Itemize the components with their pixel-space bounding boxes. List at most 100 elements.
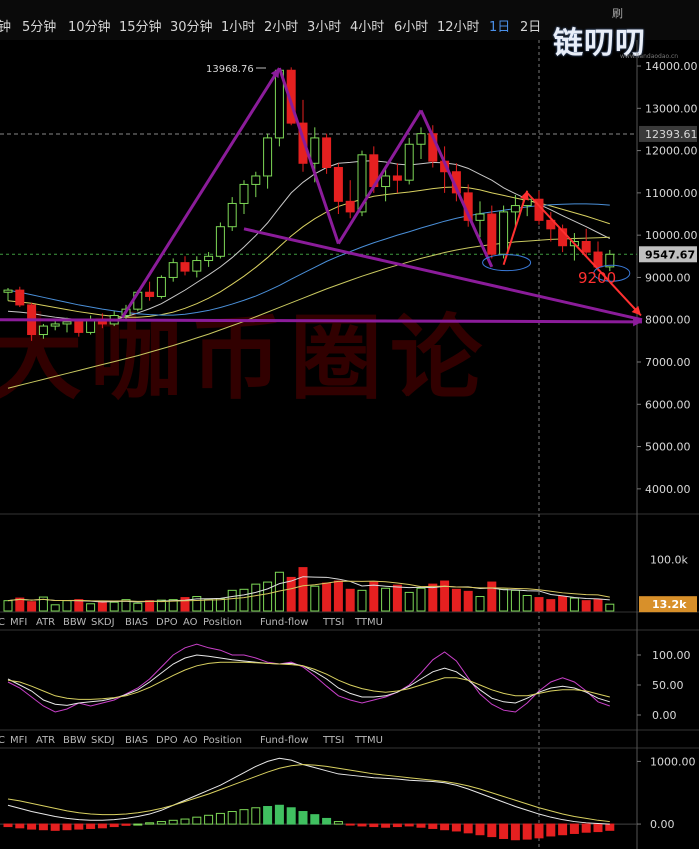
volume-bar-down (534, 597, 544, 612)
timeframe-tab[interactable]: 5分钟 (22, 16, 56, 35)
timeframe-tab[interactable]: 1小时 (221, 16, 255, 35)
timeframe-tab[interactable]: 2小时 (264, 16, 298, 35)
volume-bar-down (298, 567, 308, 612)
histogram-bar-negative (510, 823, 520, 841)
volume-bar-down (286, 576, 296, 612)
histogram-bar-negative (404, 823, 414, 827)
timeframe-tab[interactable]: 10分钟 (68, 16, 111, 35)
histogram-bar-negative (27, 823, 37, 830)
volume-bar-down (392, 584, 402, 612)
candle-up (381, 175, 391, 188)
indicator-tab[interactable]: BIAS (125, 617, 148, 628)
histogram-bar-negative (499, 823, 509, 839)
indicator-tab[interactable]: ATR (36, 735, 55, 746)
histogram-tick-label: 0.00 (650, 818, 675, 831)
histogram-bar-negative (416, 823, 426, 828)
price-tick-label: 9000.00 (645, 271, 691, 284)
volume-bar-up (3, 600, 13, 612)
volume-bar-up (381, 587, 391, 612)
indicator-tab[interactable]: Fund-flow (260, 735, 308, 746)
candle-up (310, 137, 320, 164)
timeframe-tab[interactable]: 3小时 (307, 16, 341, 35)
histogram-bar-positive (156, 821, 166, 825)
volume-bar-up (404, 591, 414, 612)
timeframe-tab[interactable]: 30分钟 (170, 16, 213, 35)
indicator-tab[interactable]: ATR (36, 617, 55, 628)
candle-down (322, 137, 332, 169)
timeframe-tab[interactable]: 15分钟 (119, 16, 162, 35)
price-tick-label: 14000.00 (645, 60, 698, 73)
indicator-tab[interactable]: Position (203, 735, 242, 746)
volume-bar-up (357, 589, 367, 612)
timeframe-tab[interactable]: 4小时 (350, 16, 384, 35)
histogram-tick-label: 1000.00 (650, 755, 696, 768)
volume-bar-up (605, 603, 615, 612)
volume-bar-up (86, 603, 96, 612)
volume-bar-up (50, 604, 60, 612)
volume-bar-up (416, 587, 426, 612)
histogram-bar-positive (145, 822, 155, 825)
current-price-label: 9547.67 (645, 248, 695, 261)
volume-bar-up (133, 602, 143, 612)
indicator-tab[interactable]: SKDJ (91, 735, 115, 746)
histogram-bar-positive (227, 811, 237, 825)
volume-bar-down (27, 601, 37, 612)
indicator-tab[interactable]: TTMU (355, 617, 383, 628)
volume-current-label: 13.2k (652, 598, 687, 611)
indicator-tab[interactable]: DPO (156, 735, 178, 746)
histogram-bar-negative (86, 823, 96, 829)
candle-down (487, 213, 497, 255)
oscillator-tick-label: 100.00 (652, 649, 691, 662)
histogram-bar-positive (263, 806, 273, 825)
histogram-bar-positive (204, 814, 214, 825)
volume-bar-up (215, 598, 225, 612)
volume-bar-down (451, 588, 461, 612)
indicator-tab[interactable]: AO (183, 617, 198, 628)
histogram-bar-positive (310, 814, 320, 825)
histogram-bar-positive (274, 804, 284, 825)
indicator-tab[interactable]: TTMU (355, 735, 383, 746)
histogram-bar-negative (50, 823, 60, 831)
histogram-bar-positive (192, 816, 202, 825)
indicator-tab[interactable]: TTSI (323, 617, 344, 628)
indicator-tab[interactable]: DPO (156, 617, 178, 628)
volume-bar-up (251, 583, 261, 612)
histogram-bar-negative (475, 823, 485, 836)
histogram-bar-negative (97, 823, 107, 829)
timeframe-tab[interactable]: 6小时 (394, 16, 428, 35)
candle-up (215, 226, 225, 257)
indicator-tab[interactable]: Fund-flow (260, 617, 308, 628)
indicator-tab[interactable]: MFI (10, 735, 27, 746)
indicator-tab[interactable]: MFI (10, 617, 27, 628)
trading-chart[interactable]: 大咖币圈论14000.0013000.0012000.0011000.00100… (0, 0, 699, 849)
candle-up (168, 262, 178, 278)
timeframe-tab-active[interactable]: 1日 (489, 16, 510, 35)
indicator-tab[interactable]: BIAS (125, 735, 148, 746)
volume-bar-down (581, 600, 591, 612)
timeframe-tab[interactable]: 钟 (0, 16, 11, 35)
timeframe-tab[interactable]: 12小时 (437, 16, 480, 35)
volume-bar-up (522, 595, 532, 612)
histogram-bar-positive (180, 818, 190, 825)
candle-down (581, 241, 591, 253)
indicator-tab[interactable]: BBW (63, 617, 86, 628)
timeframe-tab[interactable]: 2日 (520, 16, 541, 35)
volume-bar-up (475, 596, 485, 612)
histogram-bar-negative (558, 823, 568, 836)
indicator-tab[interactable]: C (0, 735, 5, 746)
histogram-bar-negative (369, 823, 379, 828)
indicator-tab[interactable]: TTSI (323, 735, 344, 746)
indicator-tab[interactable]: C (0, 617, 5, 628)
oscillator-tick-label: 0.00 (652, 709, 677, 722)
indicator-tab[interactable]: AO (183, 735, 198, 746)
volume-bar-down (322, 582, 332, 612)
candle-up (62, 321, 72, 325)
volume-bar-down (428, 583, 438, 612)
neckline (0, 318, 643, 324)
indicator-tab[interactable]: Position (203, 617, 242, 628)
histogram-bar-positive (168, 819, 178, 825)
histogram-bar-negative (357, 823, 367, 827)
indicator-tab[interactable]: SKDJ (91, 617, 115, 628)
indicator-tab[interactable]: BBW (63, 735, 86, 746)
volume-bar-up (510, 589, 520, 612)
